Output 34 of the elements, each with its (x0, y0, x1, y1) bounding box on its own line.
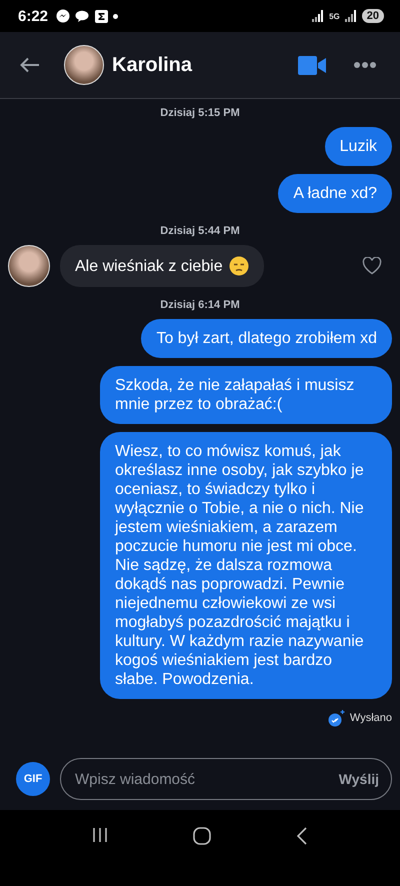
heart-icon[interactable] (362, 257, 382, 275)
signal-icon (344, 10, 357, 22)
sent-message: To był zart, dlatego zrobiłem xd (141, 319, 392, 358)
sigma-icon (95, 10, 108, 22)
send-button[interactable]: Wyślij (336, 769, 381, 789)
home-icon[interactable] (192, 827, 211, 845)
received-message: Ale wieśniak z ciebie (60, 245, 264, 287)
delivery-status: Wysłano (350, 712, 392, 724)
unamused-face-icon (228, 256, 249, 276)
signal-icon (312, 10, 324, 22)
avatar[interactable] (64, 45, 104, 85)
more-options-icon[interactable] (354, 62, 376, 68)
chat-bubbles-icon (75, 10, 90, 22)
battery-level: 20 (362, 9, 384, 23)
gif-button[interactable]: GIF (16, 762, 50, 796)
back-icon[interactable] (296, 827, 308, 845)
timestamp: Dzisiaj 6:14 PM (159, 299, 241, 311)
messenger-icon (56, 9, 70, 23)
back-arrow-icon[interactable] (20, 57, 40, 73)
sent-message: Luzik (324, 127, 392, 166)
timestamp: Dzisiaj 5:44 PM (159, 225, 241, 237)
recent-apps-icon[interactable] (92, 827, 108, 843)
network-type: 5G (329, 12, 340, 20)
timestamp: Dzisiaj 5:15 PM (159, 107, 241, 119)
message-input-field[interactable]: Wpisz wiadomość Wyślij (60, 758, 392, 800)
sent-check-icon (328, 709, 346, 727)
status-time: 6:22 (18, 8, 48, 24)
contact-name[interactable]: Karolina (112, 54, 192, 76)
sent-message: Szkoda, że nie załapałaś i musisz mnie przez to obrażać:( (100, 366, 392, 424)
dot-icon (113, 14, 118, 18)
sent-message: A ładne xd? (278, 174, 392, 213)
avatar (8, 245, 50, 287)
video-camera-icon[interactable] (298, 56, 326, 74)
sent-message: Wiesz, to co mówisz komuś, jak określasz inne osoby, jak szybko je oceniasz, to świadczy tylko i wyłącznie o Tobie, a nie o nich. Nie jestem wieśniakiem, a zarazem poczucie humoru nie jest mi obce. Nie sądzę, że dalsza rozmowa dokądś nas poprowadzi. Pewnie niejednemu człowiekowi ze wsi mogłabyś pozazdrościć majątku i kultury. W każdym razie nazywanie kogoś wieśniakiem jest bardzo słabe. Powodzenia. (100, 432, 392, 699)
